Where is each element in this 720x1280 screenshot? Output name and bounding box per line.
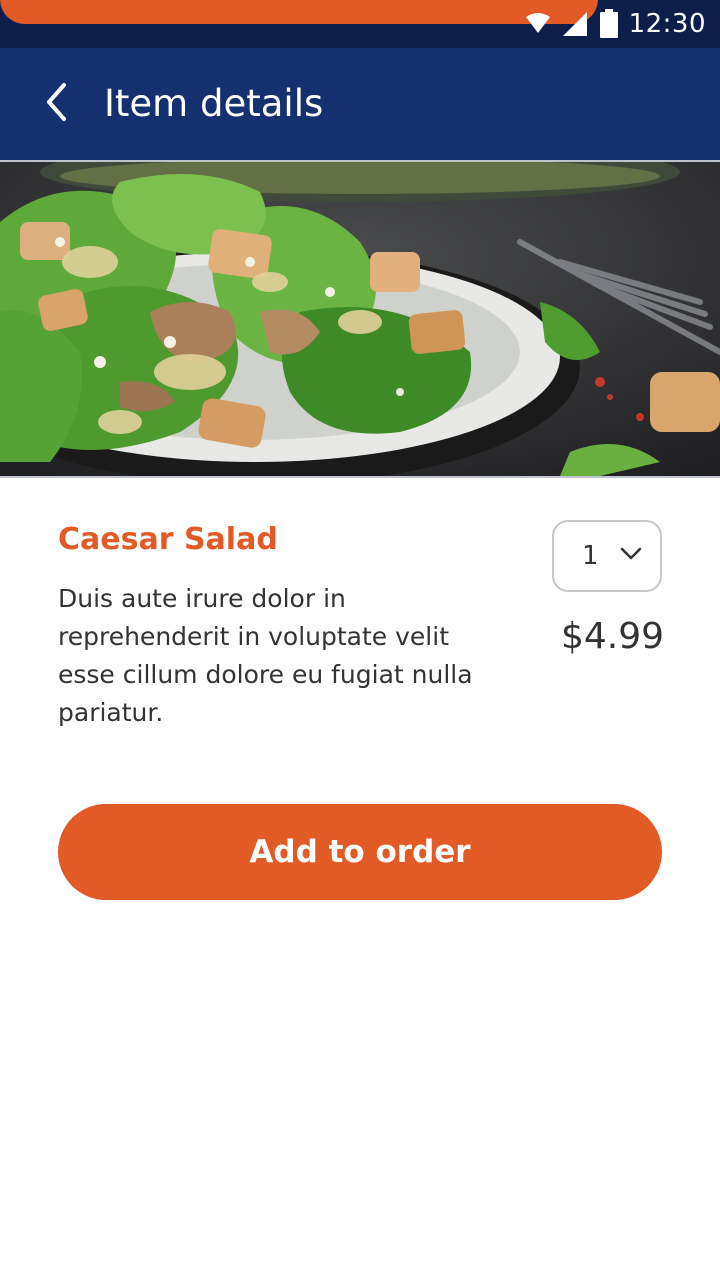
battery-icon bbox=[599, 9, 619, 39]
item-name: Caesar Salad bbox=[58, 522, 278, 557]
add-to-order-button[interactable]: Add to order bbox=[58, 804, 662, 900]
item-price: $4.99 bbox=[560, 616, 664, 657]
back-button[interactable] bbox=[28, 76, 84, 132]
quantity-select[interactable]: 1 bbox=[552, 520, 662, 592]
status-bar: 12:30 bbox=[0, 0, 720, 48]
item-details-screen: 12:30 Item details Caesar Salad Duis aut… bbox=[0, 0, 720, 1280]
quantity-value: 1 bbox=[582, 541, 599, 571]
status-time: 12:30 bbox=[628, 9, 706, 39]
chevron-down-icon bbox=[620, 546, 642, 565]
app-bar: Item details bbox=[0, 48, 720, 160]
cell-signal-icon bbox=[561, 10, 589, 38]
item-description: Duis aute irure dolor in reprehenderit i… bbox=[58, 584, 473, 727]
status-notification-pill bbox=[0, 0, 598, 24]
wifi-icon bbox=[525, 13, 551, 35]
page-title: Item details bbox=[104, 82, 324, 125]
status-icons: 12:30 bbox=[525, 0, 706, 48]
item-photo bbox=[0, 160, 720, 478]
chevron-left-icon bbox=[44, 82, 68, 126]
